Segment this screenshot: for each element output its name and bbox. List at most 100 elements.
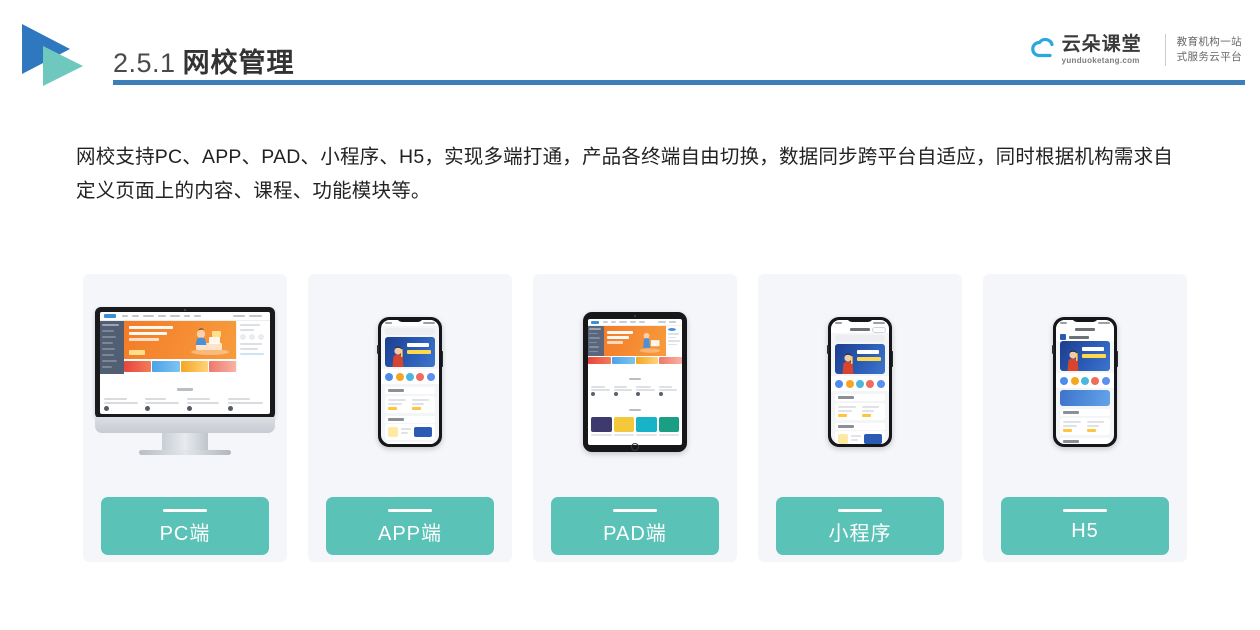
quick-icon[interactable] <box>1080 377 1089 385</box>
h5-promo-banner[interactable] <box>1060 390 1110 406</box>
tablet-promo-strip <box>588 357 682 364</box>
platform-card-pc[interactable]: PC端 <box>83 274 287 562</box>
tablet-feature <box>591 386 612 396</box>
banner-person-illustration <box>1067 350 1079 371</box>
brand-logo: 云朵课堂 yunduoketang.com 教育机构一站 式服务云平台 <box>1030 28 1242 72</box>
quick-icon[interactable] <box>866 380 875 388</box>
web-promo-tile <box>152 361 180 372</box>
phone-volume-button <box>827 345 829 354</box>
miniapp-title-bar <box>831 326 889 333</box>
tablet-course-grid-row <box>588 417 682 434</box>
miniapp-section-heading <box>835 423 885 430</box>
app-section-heading <box>385 387 435 394</box>
web-sidebar-item <box>102 336 116 338</box>
brand-domain: yunduoketang.com <box>1061 56 1140 65</box>
h5-section-heading <box>1060 409 1110 416</box>
web-course-card <box>227 398 266 411</box>
phone-screen <box>381 320 439 444</box>
h5-site-logo-icon <box>1060 334 1066 340</box>
quick-icon[interactable] <box>395 373 404 381</box>
web-sidebar-item <box>102 330 114 332</box>
platform-card-pad[interactable]: PAD端 <box>533 274 737 562</box>
phone-frame <box>827 317 893 447</box>
play-triangles-logo-icon <box>22 24 102 86</box>
monitor-stand-foot <box>139 450 231 455</box>
quick-icon[interactable] <box>835 380 844 388</box>
quick-icon[interactable] <box>1101 377 1110 385</box>
list-item[interactable] <box>385 442 435 444</box>
quick-icon[interactable] <box>385 373 394 381</box>
miniapp-item-list <box>835 431 885 444</box>
item-cta-button[interactable] <box>414 427 432 437</box>
miniapp-course-card[interactable] <box>861 406 883 417</box>
miniapp-capsule-button[interactable] <box>872 326 886 333</box>
platform-card-app[interactable]: APP端 <box>308 274 512 562</box>
platform-tag-h5[interactable]: H5 <box>1001 497 1169 555</box>
phone-screen <box>1056 320 1114 444</box>
quick-icon[interactable] <box>416 373 425 381</box>
monitor-stand-neck <box>162 433 208 451</box>
quick-icon[interactable] <box>845 380 854 388</box>
platform-card-h5[interactable]: H5 <box>983 274 1187 562</box>
tablet-home-button[interactable] <box>631 443 639 451</box>
quick-icon[interactable] <box>405 373 414 381</box>
web-promo-tile <box>208 361 236 372</box>
web-nav-item <box>170 315 180 317</box>
monitor-screen <box>100 312 270 414</box>
app-hero-banner <box>385 337 435 367</box>
tag-divider-bar <box>163 509 207 512</box>
web-promo-strip <box>124 359 236 372</box>
tablet-camera-icon <box>634 314 636 317</box>
title-underline-rule <box>113 80 1245 85</box>
platform-tag-miniapp[interactable]: 小程序 <box>776 497 944 555</box>
platform-label: APP端 <box>377 522 443 545</box>
web-quick-icons <box>240 334 267 340</box>
miniapp-quick-icons <box>831 376 889 391</box>
banner-text <box>1082 347 1106 361</box>
platform-label: H5 <box>1071 519 1099 542</box>
h5-course-card[interactable] <box>1063 421 1084 432</box>
tablet-section-heading <box>588 396 682 417</box>
course-tile[interactable] <box>636 417 657 432</box>
page-title: 2.5.1 网校管理 <box>113 41 295 80</box>
web-hero-banner <box>124 321 236 359</box>
web-hero-text <box>129 326 173 344</box>
tablet-icon <box>583 312 687 452</box>
cloud-icon <box>1030 35 1060 65</box>
list-item[interactable] <box>835 431 885 444</box>
h5-course-card[interactable] <box>1086 421 1108 432</box>
quick-icon[interactable] <box>426 373 435 381</box>
banner-person-illustration <box>392 346 404 367</box>
web-nav-item <box>194 315 202 317</box>
web-course-card <box>104 398 142 411</box>
item-text <box>851 435 861 443</box>
app-course-card[interactable] <box>411 399 433 410</box>
miniapp-course-card[interactable] <box>838 406 859 417</box>
quick-icon[interactable] <box>1060 377 1069 385</box>
platform-tag-pc[interactable]: PC端 <box>101 497 269 555</box>
app-course-card[interactable] <box>388 399 409 410</box>
quick-icon[interactable] <box>1070 377 1079 385</box>
platform-card-miniapp[interactable]: 小程序 <box>758 274 962 562</box>
miniapp-search-bar <box>835 335 885 342</box>
quick-icon[interactable] <box>855 380 864 388</box>
app-quick-icons <box>381 369 439 384</box>
platform-tag-app[interactable]: APP端 <box>326 497 494 555</box>
item-cta-button[interactable] <box>864 434 882 444</box>
tag-divider-bar <box>1063 509 1107 512</box>
web-nav-item <box>233 315 245 317</box>
course-tile[interactable] <box>658 417 679 432</box>
quick-icon[interactable] <box>1091 377 1100 385</box>
item-thumbnail <box>838 434 848 444</box>
banner-text <box>407 343 431 357</box>
course-tile[interactable] <box>591 417 612 432</box>
platform-tag-pad[interactable]: PAD端 <box>551 497 719 555</box>
app-section-heading <box>385 416 435 423</box>
web-main <box>100 321 270 374</box>
quick-icon[interactable] <box>876 380 885 388</box>
web-sidebar <box>100 321 124 374</box>
course-tile[interactable] <box>613 417 634 432</box>
phone-volume-button <box>1052 345 1054 354</box>
web-sidebar-item <box>102 354 114 356</box>
list-item[interactable] <box>385 424 435 440</box>
